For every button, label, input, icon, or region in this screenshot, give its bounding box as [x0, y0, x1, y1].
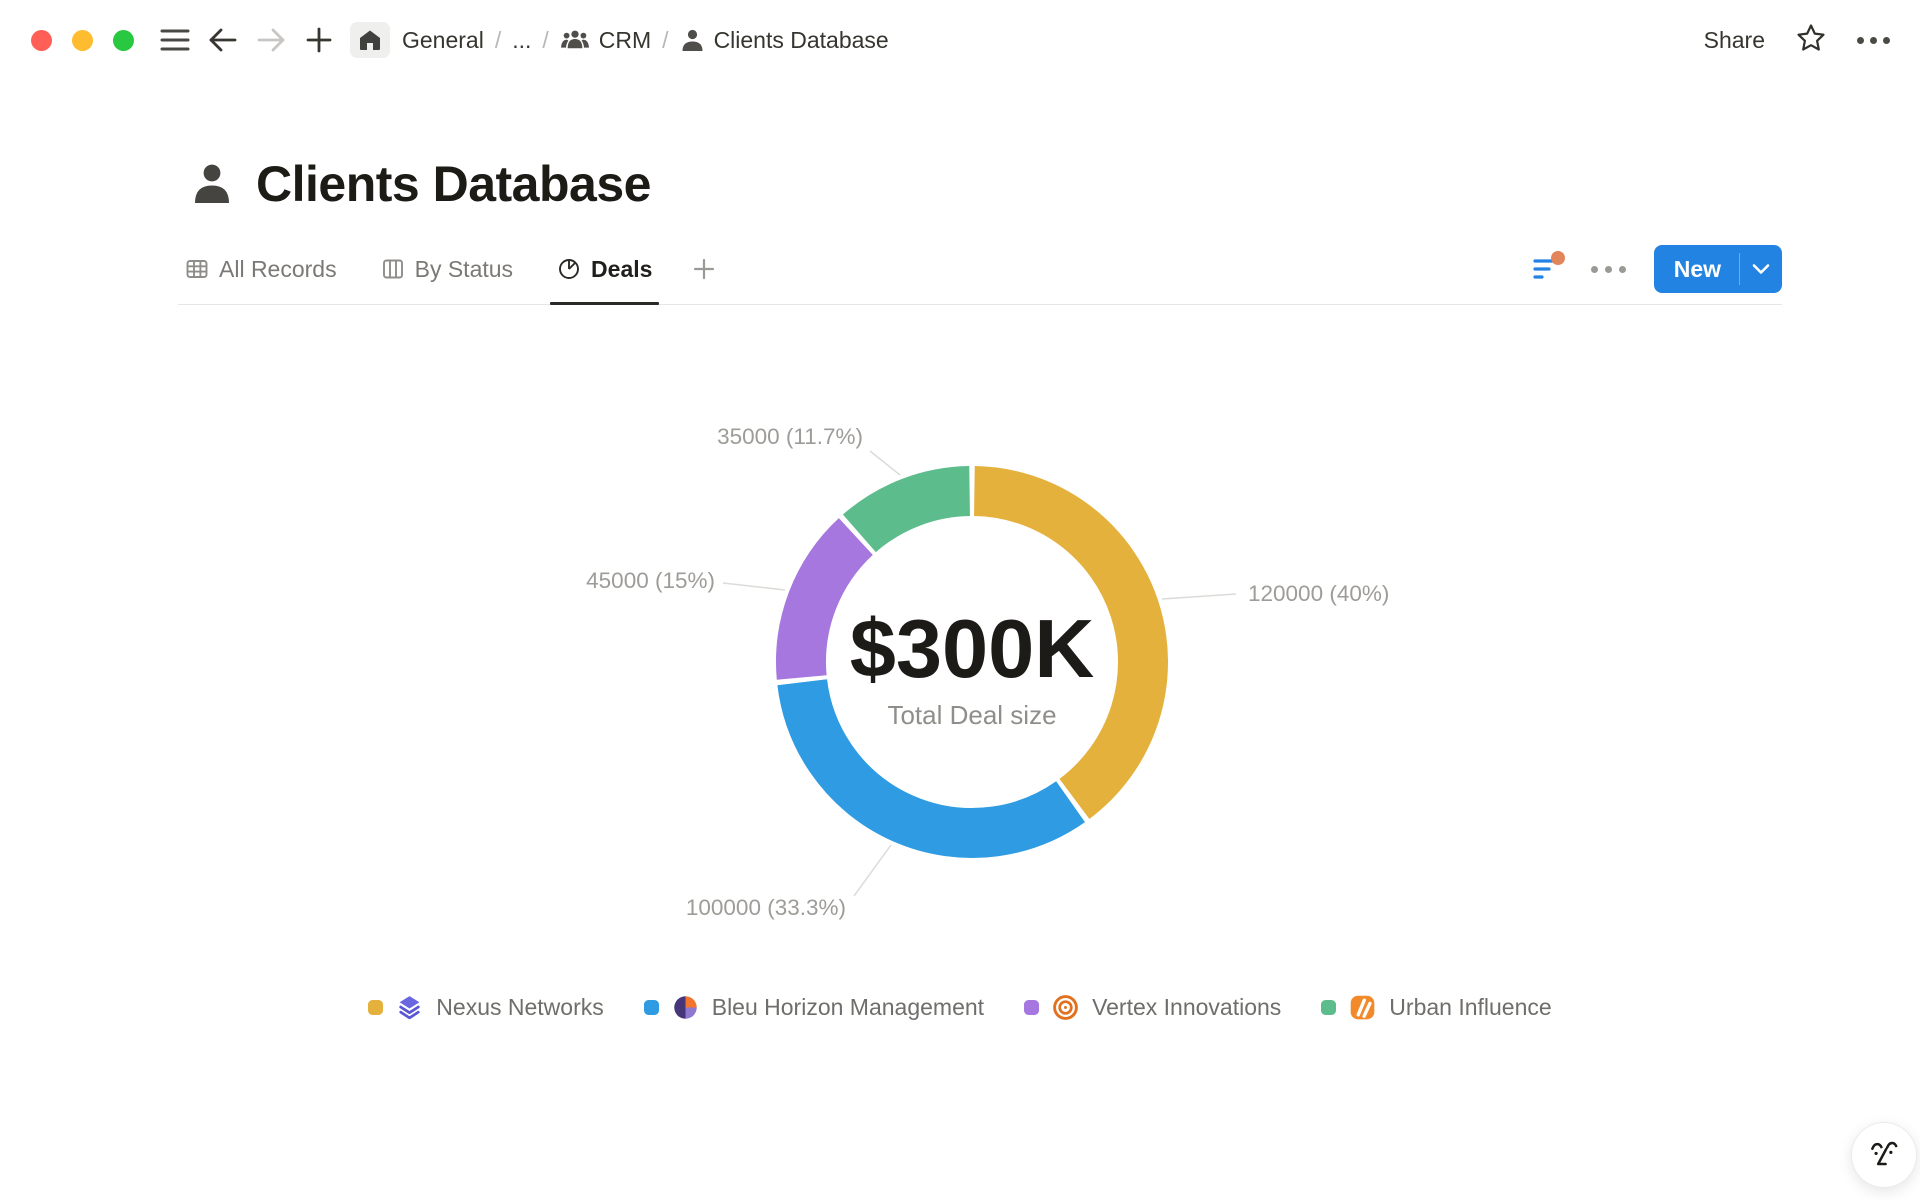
zoom-window-button[interactable] — [113, 30, 134, 51]
new-record-button[interactable]: New — [1654, 245, 1782, 293]
filter-active-dot — [1551, 251, 1565, 265]
sidebar-menu-icon[interactable] — [158, 23, 192, 57]
favorite-star-icon[interactable] — [1795, 22, 1827, 59]
page-header: Clients Database — [190, 155, 651, 213]
chart-total-value: $300K — [850, 602, 1095, 695]
page-title: Clients Database — [256, 155, 651, 213]
breadcrumb-collapsed[interactable]: ... — [512, 27, 531, 54]
legend-label: Urban Influence — [1389, 994, 1551, 1021]
view-tabs-bar: All Records By Status Deals New — [178, 234, 1782, 305]
tab-deals[interactable]: Deals — [550, 234, 659, 304]
pie-quarters-logo — [672, 994, 699, 1021]
segment-callout: 100000 (33.3%) — [686, 895, 846, 920]
donut-segment[interactable] — [801, 537, 856, 678]
ai-face-icon — [1865, 1136, 1903, 1174]
notion-ai-face-button[interactable] — [1851, 1122, 1917, 1188]
home-icon[interactable] — [350, 22, 390, 58]
stripes-logo — [1349, 994, 1376, 1021]
person-icon — [190, 161, 234, 207]
tab-by-status[interactable]: By Status — [374, 234, 520, 304]
legend-item[interactable]: Nexus Networks — [368, 994, 603, 1021]
breadcrumb-separator: / — [662, 27, 668, 54]
legend-label: Vertex Innovations — [1092, 994, 1281, 1021]
deals-donut-chart: 120000 (40%) 100000 (33.3%) 45000 (15%) … — [490, 372, 1450, 952]
legend-item[interactable]: Vertex Innovations — [1024, 994, 1281, 1021]
leader-line — [1162, 594, 1236, 599]
window-controls — [31, 30, 134, 51]
leader-line — [854, 845, 891, 896]
segment-callout: 120000 (40%) — [1248, 581, 1389, 606]
view-options-icon[interactable] — [1587, 266, 1630, 273]
breadcrumb-crm[interactable]: CRM — [560, 27, 651, 54]
new-tab-icon[interactable] — [302, 23, 336, 57]
legend-label: Bleu Horizon Management — [712, 994, 984, 1021]
minimize-window-button[interactable] — [72, 30, 93, 51]
breadcrumb: General / ... / CRM / Clients Database — [402, 27, 889, 54]
breadcrumb-separator: / — [542, 27, 548, 54]
people-icon — [560, 28, 590, 52]
forward-icon[interactable] — [254, 23, 288, 57]
bullseye-logo — [1052, 994, 1079, 1021]
leader-line — [723, 583, 785, 590]
legend-item[interactable]: Urban Influence — [1321, 994, 1551, 1021]
donut-segment[interactable] — [859, 491, 969, 533]
tab-all-records[interactable]: All Records — [178, 234, 344, 304]
share-button[interactable]: Share — [1704, 27, 1765, 54]
chart-legend: Nexus Networks Bleu Horizon Management V… — [0, 994, 1920, 1021]
legend-label: Nexus Networks — [436, 994, 603, 1021]
window-titlebar: General / ... / CRM / Clients Database S… — [0, 0, 1920, 80]
back-icon[interactable] — [206, 23, 240, 57]
chart-total-caption: Total Deal size — [887, 700, 1056, 730]
breadcrumb-separator: / — [495, 27, 501, 54]
board-columns-icon — [381, 257, 405, 281]
leader-line — [870, 451, 900, 475]
breadcrumb-general[interactable]: General — [402, 27, 484, 54]
layers-logo — [396, 994, 423, 1021]
pie-chart-icon — [557, 257, 581, 281]
segment-callout: 45000 (15%) — [586, 568, 715, 593]
segment-callout: 35000 (11.7%) — [717, 424, 863, 449]
more-options-icon[interactable] — [1857, 37, 1890, 44]
chevron-down-icon[interactable] — [1740, 245, 1782, 293]
filter-sort-icon[interactable] — [1531, 253, 1563, 285]
person-icon — [680, 28, 705, 53]
table-icon — [185, 257, 209, 281]
add-view-icon[interactable] — [689, 234, 719, 304]
legend-item[interactable]: Bleu Horizon Management — [644, 994, 984, 1021]
breadcrumb-clients-database[interactable]: Clients Database — [680, 27, 889, 54]
close-window-button[interactable] — [31, 30, 52, 51]
